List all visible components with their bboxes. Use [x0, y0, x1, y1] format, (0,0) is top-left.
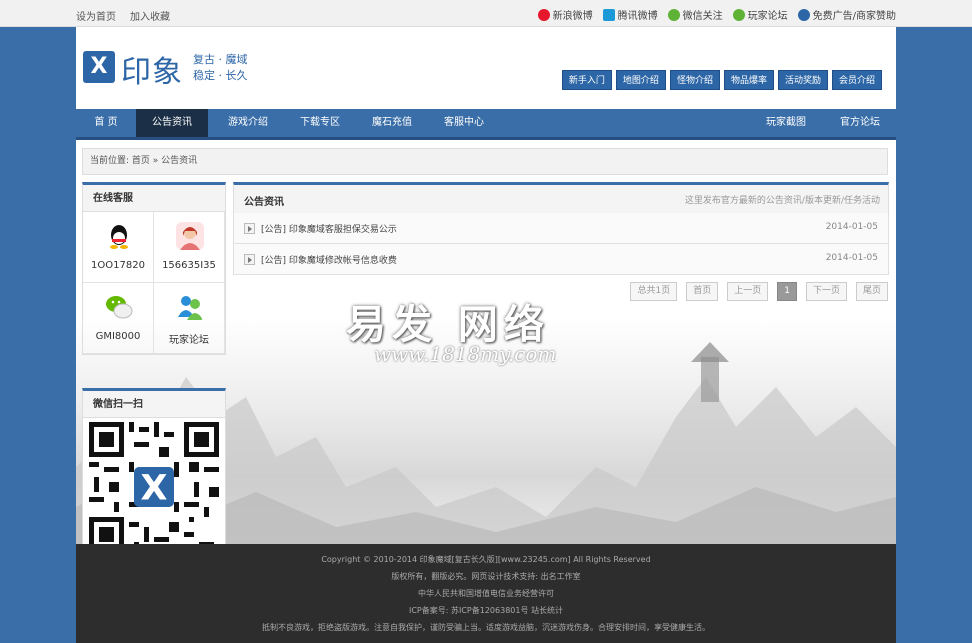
news-title[interactable]: [公告] 印象魔域修改帐号信息收费 [261, 253, 397, 266]
site-footer: Copyright © 2010-2014 印象魔域[复古长久版][www.23… [76, 544, 896, 643]
contact-wechat[interactable]: GMI8000 [83, 283, 154, 354]
pager-next[interactable]: 下一页 [805, 282, 847, 301]
pager-current[interactable]: 1 [777, 282, 797, 301]
top-utility-bar: 设为首页 加入收藏 新浪微博 腾讯微博 微信关注 玩家论坛 免费广告/商家赞助 [0, 0, 972, 27]
nav-item-support[interactable]: 客服中心 [428, 109, 500, 137]
customer-service-icon [176, 222, 204, 250]
footer-copyright: Copyright © 2010-2014 印象魔域[复古长久版][www.23… [321, 555, 651, 564]
online-service-heading: 在线客服 [82, 182, 226, 211]
arrow-right-icon [244, 254, 255, 265]
footer-icp: ICP备案号: 苏ICP备12063801号 站长统计 [408, 606, 564, 615]
wechat-qr-code: X [82, 417, 226, 559]
wechat-icon [667, 8, 680, 21]
add-favorite-link[interactable]: 加入收藏 [130, 8, 170, 23]
breadcrumb: 当前位置: 首页 » 公告资讯 [82, 148, 888, 175]
sponsor-link[interactable]: 免费广告/商家赞助 [797, 7, 896, 22]
wechat-icon [106, 296, 133, 319]
panel-title: 公告资讯 [244, 197, 284, 208]
nav-item-screenshots[interactable]: 玩家截图 [750, 109, 822, 137]
tencent-weibo-link[interactable]: 腾讯微博 [602, 7, 658, 22]
contact-label: 156635I35 [162, 260, 216, 271]
contact-label: GMI8000 [95, 331, 141, 342]
footer-license: 中华人民共和国增值电信业务经营许可 [418, 589, 554, 598]
pager-last[interactable]: 尾页 [855, 282, 888, 301]
footer-rights: 版权所有，翻版必究。网页设计技术支持: 出名工作室 [391, 572, 581, 581]
contact-qq[interactable]: 1OO17820 [83, 212, 154, 283]
news-item[interactable]: [公告] 印象魔域修改帐号信息收费 2014-01-05 [233, 244, 889, 275]
contact-forum[interactable]: 玩家论坛 [154, 283, 225, 354]
nav-item-forum[interactable]: 官方论坛 [824, 109, 896, 137]
news-title[interactable]: [公告] 印象魔域客服担保交易公示 [261, 222, 397, 235]
logo-mark[interactable]: X [83, 51, 115, 83]
svg-text:X: X [141, 469, 168, 509]
forum-icon [732, 8, 745, 21]
nav-item-announcements[interactable]: 公告资讯 [136, 109, 208, 137]
qq-icon [110, 225, 128, 249]
qr-code-icon: X [89, 422, 219, 552]
pager-prev[interactable]: 上一页 [727, 282, 769, 301]
pager-first[interactable]: 首页 [686, 282, 719, 301]
news-date: 2014-01-05 [825, 253, 878, 263]
news-date: 2014-01-05 [825, 222, 878, 232]
contact-label: 1OO17820 [91, 260, 145, 271]
slogan-line-2: 稳定 · 长久 [193, 69, 248, 82]
page-wrapper: X 印象 复古 · 魔域 稳定 · 长久 新手入门 地图介绍 怪物介绍 物品爆率… [76, 27, 896, 643]
watermark-url: www.1818my.com [374, 342, 557, 366]
main-nav: 首 页 公告资讯 游戏介绍 下载专区 魔石充值 客服中心 玩家截图 官方论坛 [76, 109, 896, 140]
quick-link-monsters[interactable]: 怪物介绍 [669, 70, 720, 90]
nav-item-home[interactable]: 首 页 [76, 109, 136, 137]
news-item[interactable]: [公告] 印象魔域客服担保交易公示 2014-01-05 [233, 213, 889, 244]
sidebar: 在线客服 1OO17820 156635I35 GMI8000 玩家论坛 微信扫… [82, 182, 226, 559]
announcements-panel-header: 公告资讯 这里发布官方最新的公告资讯/版本更新/任务活动 [233, 182, 889, 213]
wechat-follow-link[interactable]: 微信关注 [667, 7, 723, 22]
pagination: 总共1页 首页 上一页 1 下一页 尾页 [630, 282, 888, 301]
forum-icon [178, 296, 203, 320]
quick-link-membership[interactable]: 会员介绍 [831, 70, 882, 90]
quick-link-beginner[interactable]: 新手入门 [561, 70, 612, 90]
slogan-line-1: 复古 · 魔域 [193, 53, 248, 66]
logo-text[interactable]: 印象 [121, 47, 183, 91]
pager-total: 总共1页 [630, 282, 678, 301]
main-content: 公告资讯 这里发布官方最新的公告资讯/版本更新/任务活动 [公告] 印象魔域客服… [233, 182, 889, 301]
slogan: 复古 · 魔域 稳定 · 长久 [193, 52, 248, 84]
arrow-right-icon [244, 223, 255, 234]
quick-link-drop-rates[interactable]: 物品爆率 [723, 70, 774, 90]
set-homepage-link[interactable]: 设为首页 [76, 8, 116, 23]
wechat-scan-heading: 微信扫一扫 [82, 388, 226, 417]
weibo-icon [537, 8, 550, 21]
site-header: X 印象 复古 · 魔域 稳定 · 长久 新手入门 地图介绍 怪物介绍 物品爆率… [76, 27, 896, 109]
sponsor-icon [797, 8, 810, 21]
quick-link-maps[interactable]: 地图介绍 [615, 70, 666, 90]
online-service-grid: 1OO17820 156635I35 GMI8000 玩家论坛 [82, 211, 226, 355]
forum-link[interactable]: 玩家论坛 [732, 7, 788, 22]
nav-item-game-intro[interactable]: 游戏介绍 [212, 109, 284, 137]
weibo-link[interactable]: 新浪微博 [537, 7, 593, 22]
nav-item-recharge[interactable]: 魔石充值 [356, 109, 428, 137]
panel-description: 这里发布官方最新的公告资讯/版本更新/任务活动 [684, 196, 880, 206]
nav-item-downloads[interactable]: 下载专区 [284, 109, 356, 137]
quick-link-events[interactable]: 活动奖励 [777, 70, 828, 90]
quick-links: 新手入门 地图介绍 怪物介绍 物品爆率 活动奖励 会员介绍 [561, 70, 882, 90]
contact-label: 玩家论坛 [169, 335, 209, 346]
contact-phone[interactable]: 156635I35 [154, 212, 225, 283]
footer-health-notice: 抵制不良游戏，拒绝盗版游戏。注意自我保护，谨防受骗上当。适度游戏益脑，沉迷游戏伤… [262, 623, 710, 632]
tencent-weibo-icon [602, 8, 615, 21]
